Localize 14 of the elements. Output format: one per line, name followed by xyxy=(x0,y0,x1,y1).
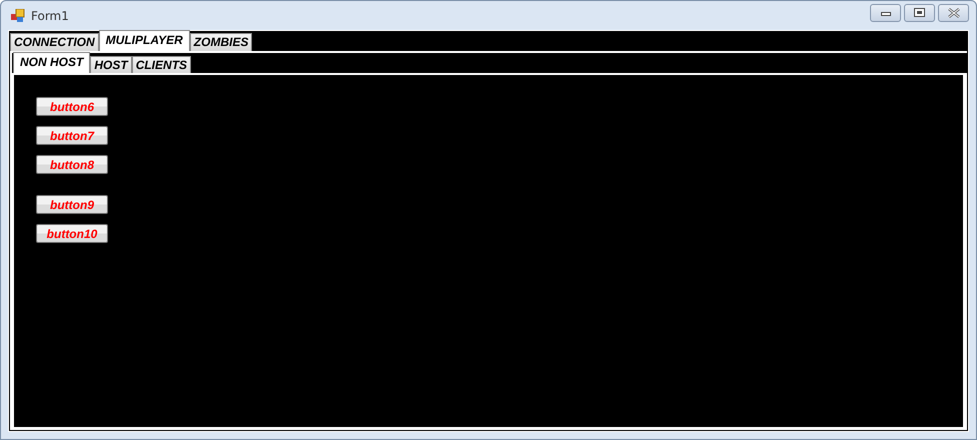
close-icon xyxy=(948,8,960,18)
tab[interactable]: HOST xyxy=(90,56,132,73)
app-icon xyxy=(11,8,25,22)
tab[interactable]: CONNECTION xyxy=(10,33,99,51)
tab[interactable]: CLIENTS xyxy=(132,56,192,73)
maximize-button[interactable] xyxy=(904,4,935,22)
minimize-icon xyxy=(880,10,890,16)
tab[interactable]: NON HOST xyxy=(13,52,90,73)
tab[interactable]: MULIPLAYER xyxy=(98,30,190,51)
window-title: Form1 xyxy=(31,8,69,22)
maximize-icon xyxy=(914,8,925,17)
minimize-button[interactable] xyxy=(870,4,901,22)
tab[interactable]: ZOMBIES xyxy=(190,33,252,51)
close-button[interactable] xyxy=(938,4,969,22)
